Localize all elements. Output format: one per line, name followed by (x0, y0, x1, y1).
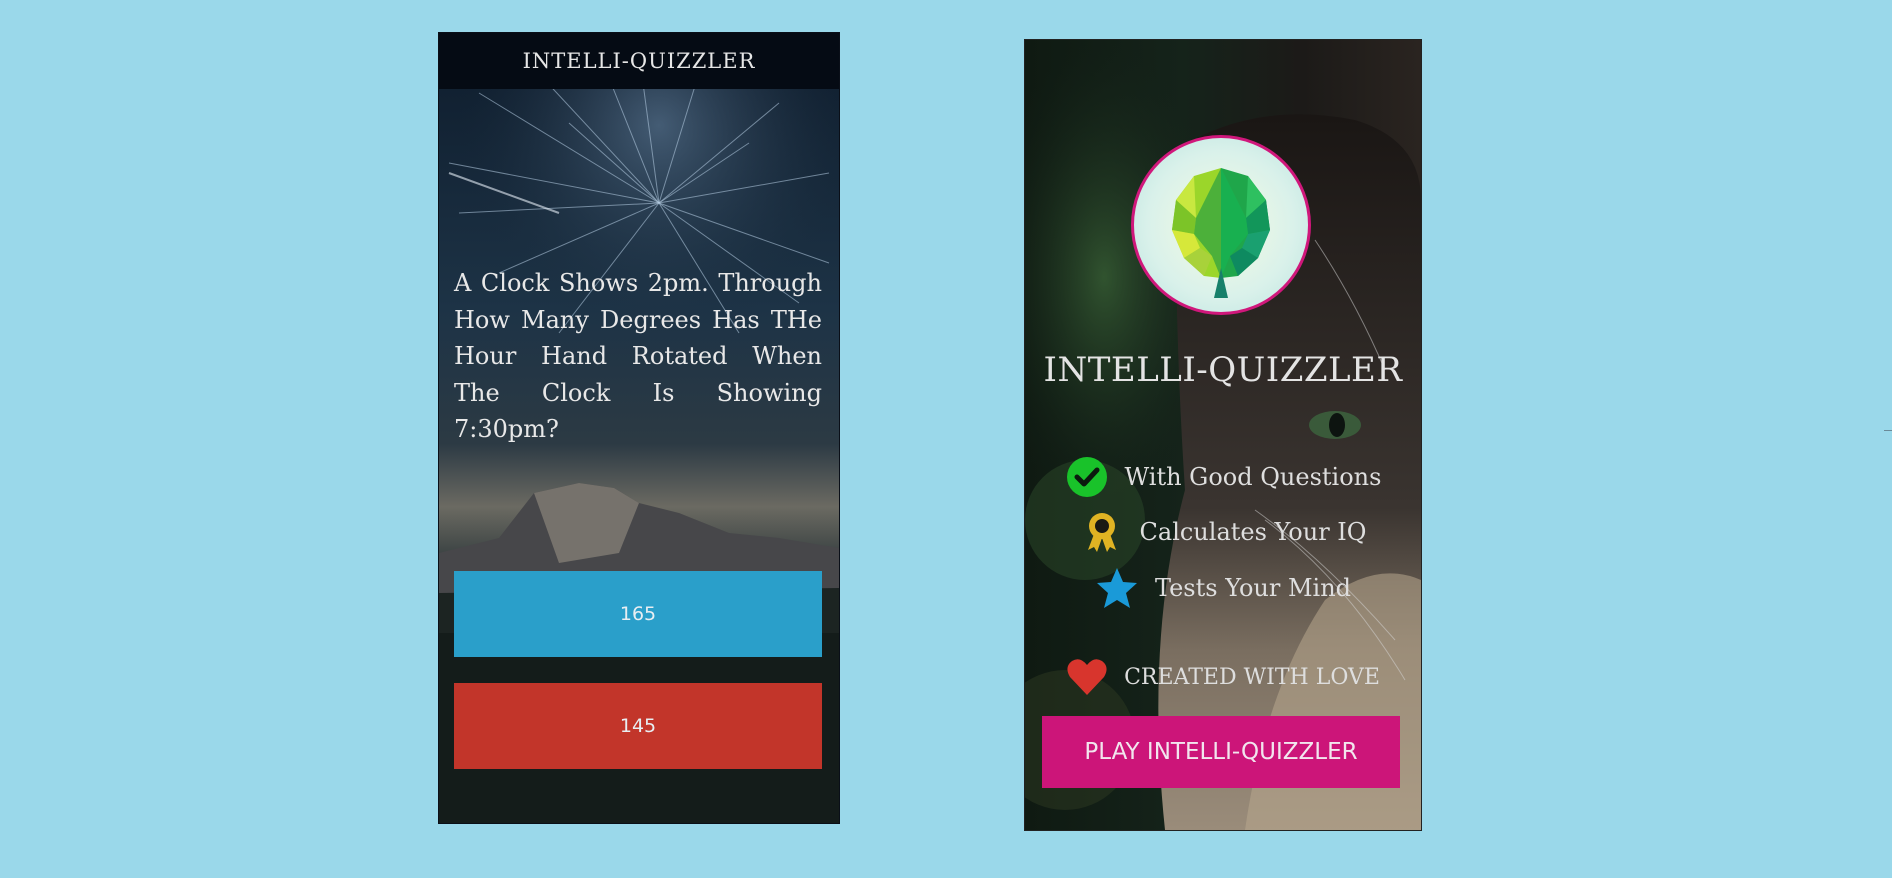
feature-text: With Good Questions (1124, 463, 1382, 491)
feature-text: Calculates Your IQ (1139, 518, 1367, 546)
landing-screen: INTELLI-QUIZZLER With Good Questions Cal… (1024, 39, 1422, 831)
answer-label: 145 (619, 715, 657, 737)
logo (1131, 135, 1311, 315)
answer-label: 165 (619, 603, 657, 625)
app-title: INTELLI-QUIZZLER (1043, 350, 1403, 390)
feature-tests-mind: Tests Your Mind (1025, 566, 1421, 610)
question-text: A Clock Shows 2pm. Through How Many Degr… (454, 269, 822, 443)
feature-good-questions: With Good Questions (1025, 455, 1421, 499)
play-button[interactable]: PLAY INTELLI-QUIZZLER (1042, 716, 1400, 788)
quiz-screen: INTELLI-QUIZZLER A Clock Shows 2pm. Thro… (438, 32, 840, 824)
app-header: INTELLI-QUIZZLER (439, 33, 839, 89)
play-button-label: PLAY INTELLI-QUIZZLER (1084, 739, 1358, 765)
answer-button-1[interactable]: 165 (454, 571, 822, 657)
edge-marker (1884, 430, 1892, 434)
answer-button-2[interactable]: 145 (454, 683, 822, 769)
header-title: INTELLI-QUIZZLER (522, 49, 756, 73)
created-with-love: CREATED WITH LOVE (1025, 656, 1421, 698)
award-ribbon-icon (1087, 513, 1116, 552)
brain-logo-icon (1172, 168, 1270, 298)
feature-text: Tests Your Mind (1154, 574, 1352, 602)
star-icon (1096, 568, 1137, 608)
heart-icon (1067, 659, 1107, 695)
feature-calculates-iq: Calculates Your IQ (1025, 510, 1421, 554)
check-circle-icon (1066, 457, 1107, 497)
love-text: CREATED WITH LOVE (1124, 664, 1380, 690)
